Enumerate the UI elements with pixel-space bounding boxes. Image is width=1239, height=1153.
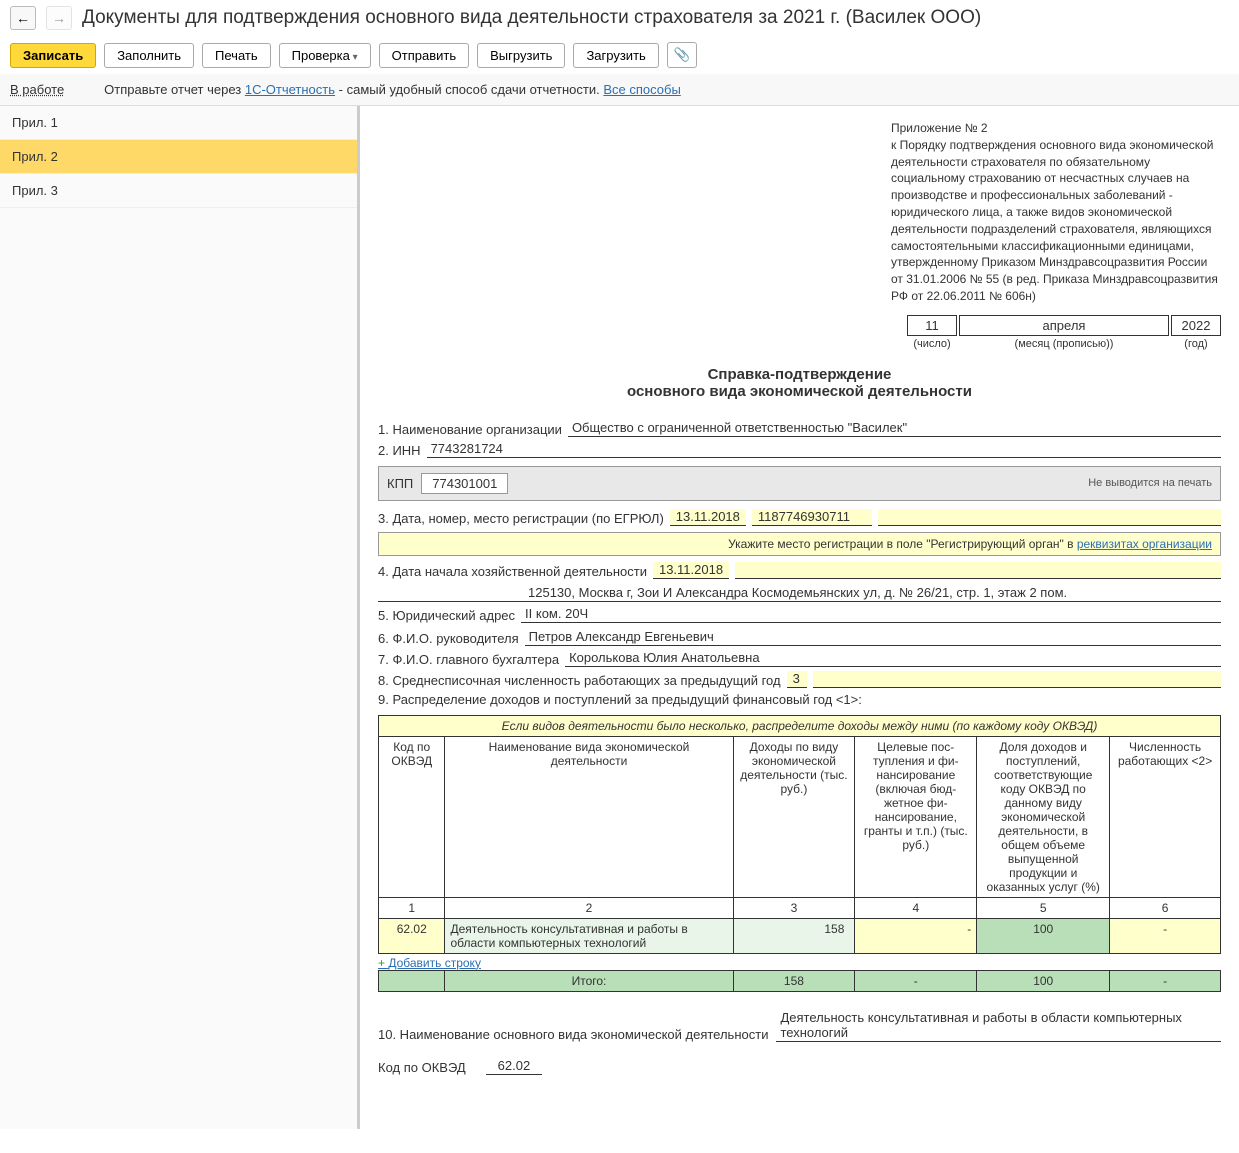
import-button[interactable]: Загрузить — [573, 43, 658, 68]
export-button[interactable]: Выгрузить — [477, 43, 565, 68]
reg-date-field[interactable]: 13.11.2018 — [670, 509, 746, 526]
org-name-field[interactable]: Общество с ограниченной ответственностью… — [568, 420, 1221, 437]
date-day[interactable]: 11 — [907, 315, 957, 336]
kpp-note: Не выводится на печать — [1088, 477, 1212, 489]
save-button[interactable]: Записать — [10, 43, 96, 68]
kpp-box: КПП 774301001 Не выводится на печать — [378, 466, 1221, 501]
address-line2[interactable]: II ком. 20Ч — [521, 606, 1221, 623]
fill-button[interactable]: Заполнить — [104, 43, 194, 68]
address-line1[interactable]: 125130, Москва г, Зои И Александра Космо… — [378, 585, 1221, 602]
reg-num-field[interactable]: 1187746930711 — [752, 509, 872, 526]
reg-hint: Укажите место регистрации в поле "Регист… — [378, 532, 1221, 556]
activity-start-field[interactable]: 13.11.2018 — [653, 562, 729, 579]
sidebar: Прил. 1 Прил. 2 Прил. 3 — [0, 106, 360, 1129]
table-row[interactable]: 62.02 Деятельность консультативная и раб… — [379, 918, 1221, 953]
cell-income[interactable]: 158 — [733, 918, 855, 953]
f1-label: 1. Наименование организации — [378, 422, 562, 437]
f10-label: 10. Наименование основного вида экономич… — [378, 1027, 768, 1042]
total-row: Итого: 158 - 100 - — [379, 970, 1221, 991]
status-state[interactable]: В работе — [10, 82, 64, 97]
f2-label: 2. ИНН — [378, 443, 421, 458]
sidebar-item-pril2[interactable]: Прил. 2 — [0, 140, 357, 174]
f6-label: 6. Ф.И.О. руководителя — [378, 631, 519, 646]
okved-table: Если видов деятельности было несколько, … — [378, 715, 1221, 954]
cell-count[interactable]: - — [1110, 918, 1221, 953]
date-year[interactable]: 2022 — [1171, 315, 1221, 336]
check-button[interactable]: Проверка — [279, 43, 371, 68]
accountant-field[interactable]: Королькова Юлия Анатольевна — [565, 650, 1221, 667]
f9-label: 9. Распределение доходов и поступлений з… — [378, 692, 862, 707]
table-hint: Если видов деятельности было несколько, … — [379, 715, 1221, 736]
status-hint: Отправьте отчет через 1С-Отчетность - са… — [104, 82, 681, 97]
kpp-label: КПП — [387, 476, 413, 491]
reg-place-field[interactable] — [878, 509, 1221, 526]
forward-button: → — [46, 6, 72, 30]
director-field[interactable]: Петров Александр Евгеньевич — [525, 629, 1221, 646]
back-button[interactable]: ← — [10, 6, 36, 30]
cell-pct[interactable]: 100 — [977, 918, 1110, 953]
cell-code[interactable]: 62.02 — [379, 918, 445, 953]
sidebar-item-pril1[interactable]: Прил. 1 — [0, 106, 357, 140]
sidebar-item-pril3[interactable]: Прил. 3 — [0, 174, 357, 208]
f3-label: 3. Дата, номер, место регистрации (по ЕГ… — [378, 511, 664, 526]
link-all-methods[interactable]: Все способы — [603, 82, 680, 97]
f4-label: 4. Дата начала хозяйственной деятельност… — [378, 564, 647, 579]
link-1c-otchetnost[interactable]: 1С-Отчетность — [245, 82, 335, 97]
page-title: Документы для подтверждения основного ви… — [82, 7, 981, 29]
kpp-field[interactable]: 774301001 — [421, 473, 508, 494]
f7-label: 7. Ф.И.О. главного бухгалтера — [378, 652, 559, 667]
doc-title: Справка-подтверждение основного вида эко… — [378, 366, 1221, 400]
main-activity-field[interactable]: Деятельность консультативная и работы в … — [776, 1010, 1221, 1042]
headcount-field[interactable]: 3 — [787, 671, 807, 688]
add-row-link[interactable]: Добавить строку — [378, 956, 1221, 970]
link-org-requisites[interactable]: реквизитах организации — [1077, 537, 1212, 551]
attach-button[interactable]: 📎 — [667, 42, 697, 68]
document-content: Приложение № 2 к Порядку подтверждения о… — [360, 106, 1239, 1129]
okved-code-field[interactable]: 62.02 — [486, 1058, 543, 1075]
attachment-note: Приложение № 2 к Порядку подтверждения о… — [891, 120, 1221, 305]
date-month[interactable]: апреля — [959, 315, 1169, 336]
send-button[interactable]: Отправить — [379, 43, 469, 68]
print-button[interactable]: Печать — [202, 43, 271, 68]
f8-label: 8. Среднесписочная численность работающи… — [378, 673, 781, 688]
inn-field[interactable]: 7743281724 — [427, 441, 1221, 458]
cell-name[interactable]: Деятельность консультативная и работы в … — [445, 918, 733, 953]
cell-target[interactable]: - — [855, 918, 977, 953]
okved-code-label: Код по ОКВЭД — [378, 1060, 466, 1075]
f5-label: 5. Юридический адрес — [378, 608, 515, 623]
